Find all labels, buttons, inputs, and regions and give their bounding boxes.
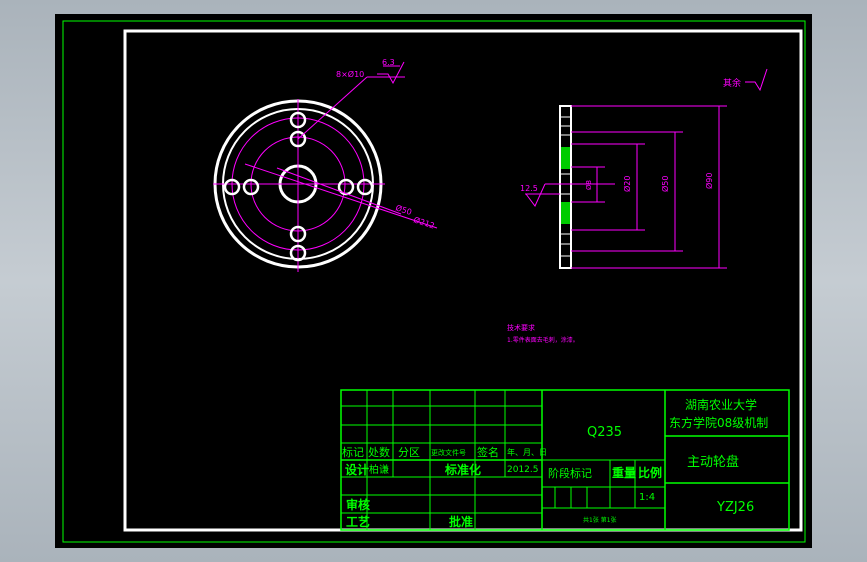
header-count: 处数: [368, 446, 390, 459]
side-dim-label: Ø20: [622, 176, 632, 192]
roughness-value: 6.3: [382, 58, 395, 67]
date: 2012.5: [507, 465, 539, 475]
stage-mark: 阶段标记: [548, 466, 592, 480]
header-mark: 标记: [342, 445, 364, 459]
designer: 柏谦: [369, 463, 389, 476]
row-process: 工艺: [346, 514, 370, 529]
side-dim-label: Ø90: [704, 173, 714, 189]
material: Q235: [587, 425, 622, 440]
school-line2: 东方学院08级机制: [669, 415, 768, 430]
dia-outer-label: Ø212: [412, 214, 436, 230]
title-block-text: Q235 湖南农业大学 东方学院08级机制 主动轮盘 YZJ26 标记 处数 分…: [342, 397, 768, 529]
drawing-no: YZJ26: [716, 500, 754, 515]
cad-drawing-canvas[interactable]: 8×Ø10 6.3 Ø50 Ø212 Ø90 Ø50 Ø20 Ø8 12.5 其…: [55, 14, 812, 548]
side-dim-label: Ø50: [660, 176, 670, 192]
tech-notes-title: 技术要求: [507, 323, 535, 332]
header-zone: 分区: [398, 446, 420, 459]
scale: 1:4: [639, 492, 655, 503]
roughness-symbol: [745, 68, 768, 92]
hatch-block: [561, 147, 570, 169]
hatch-block: [561, 202, 570, 224]
header-sign: 签名: [477, 445, 499, 459]
tech-notes-line: 1.零件表面去毛刺，涂漆。: [507, 336, 579, 344]
hole-callout: 8×Ø10: [336, 69, 364, 79]
side-view: Ø90 Ø50 Ø20 Ø8 12.5 其余: [520, 68, 768, 269]
header-doc: 更改文件号: [431, 448, 466, 457]
row-std: 标准化: [444, 462, 481, 477]
school-line1: 湖南农业大学: [685, 397, 757, 412]
header-date: 年、月、日: [507, 447, 547, 457]
weight-label: 重量: [612, 465, 636, 480]
roughness-face-value: 12.5: [520, 184, 538, 193]
row-check: 审核: [346, 497, 370, 512]
hole-leader: [297, 76, 368, 140]
front-view: 8×Ø10 6.3 Ø50 Ø212: [213, 58, 438, 272]
row-design: 设计: [345, 462, 369, 477]
part-name: 主动轮盘: [687, 454, 739, 470]
side-dim-label: Ø8: [585, 180, 593, 190]
sheets: 共1张 第1张: [583, 516, 617, 524]
drawing-svg: 8×Ø10 6.3 Ø50 Ø212 Ø90 Ø50 Ø20 Ø8 12.5 其…: [62, 20, 806, 543]
bolt-hole: [356, 178, 374, 196]
dia-dim-line: [244, 163, 438, 229]
scale-label: 比例: [638, 465, 662, 480]
row-approve: 批准: [449, 514, 473, 529]
roughness-other: 其余: [723, 77, 741, 89]
